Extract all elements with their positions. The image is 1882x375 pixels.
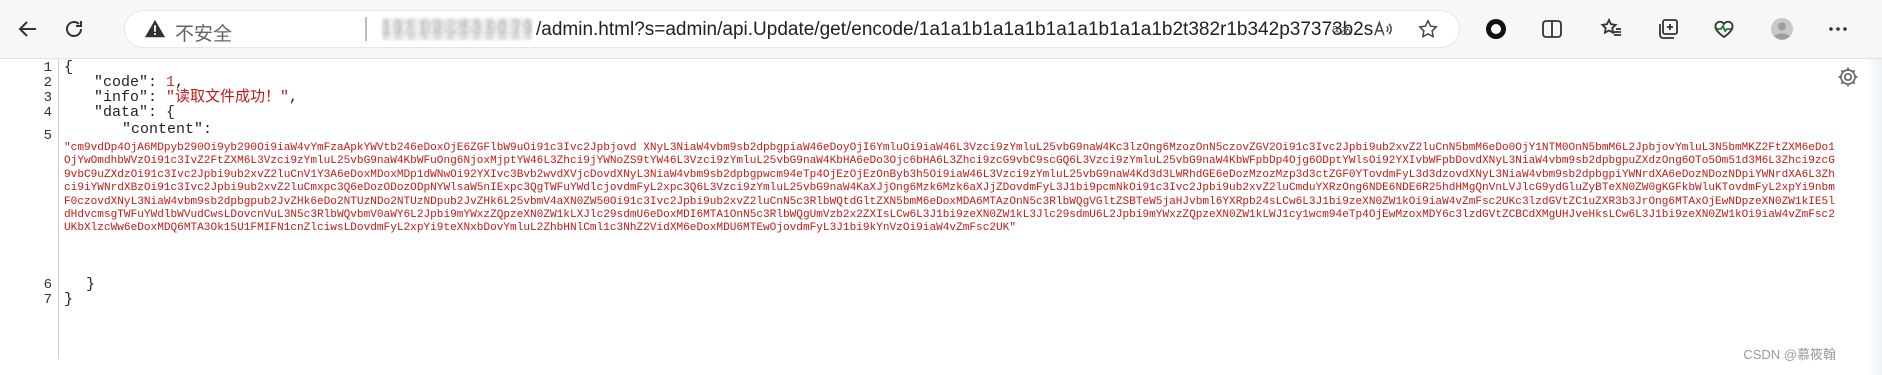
favorites-list-icon — [1600, 17, 1621, 36]
record-icon — [1486, 19, 1506, 39]
line-number: 3 — [43, 90, 52, 106]
gutter-divider — [58, 59, 59, 359]
line-number: 2 — [43, 75, 52, 91]
warning-triangle-icon — [144, 19, 166, 38]
code-line: "data": { — [94, 104, 176, 121]
line-number: 4 — [43, 105, 52, 121]
split-screen-icon — [1542, 20, 1562, 38]
favorites-button[interactable] — [1594, 11, 1630, 47]
brace-open: { — [64, 59, 74, 76]
data-brace-open: { — [166, 104, 176, 121]
svg-text:あ: あ — [1340, 25, 1351, 38]
extension-button[interactable] — [1478, 11, 1514, 47]
split-screen-button[interactable] — [1534, 11, 1570, 47]
more-button[interactable] — [1820, 11, 1856, 47]
code-line: "content": — [122, 121, 213, 138]
browser-essentials-button[interactable] — [1706, 11, 1742, 47]
window-edge — [1866, 59, 1882, 375]
profile-button[interactable] — [1764, 11, 1800, 47]
collections-icon — [1659, 19, 1678, 39]
star-icon[interactable] — [1414, 15, 1442, 43]
line-number: 6 — [43, 277, 52, 293]
refresh-button[interactable] — [56, 11, 92, 47]
code-line: "code": 1, — [94, 74, 185, 91]
more-dots-icon — [1829, 27, 1847, 31]
refresh-icon — [66, 21, 82, 37]
gear-icon[interactable] — [1836, 65, 1860, 89]
back-arrow-icon — [18, 21, 36, 37]
address-bar[interactable]: 不安全 192.168.253.90:79 /admin.html?s=admi… — [124, 10, 1460, 48]
line-number: 7 — [43, 292, 52, 308]
collections-button[interactable] — [1650, 11, 1686, 47]
data-brace-close: } — [86, 276, 96, 293]
back-button[interactable] — [10, 11, 46, 47]
code-line: } — [64, 291, 74, 308]
watermark: CSDN @慕筱翰 — [1743, 347, 1836, 362]
svg-text:a: a — [1332, 22, 1339, 36]
avatar-icon — [1771, 18, 1793, 40]
browser-essentials-icon — [1714, 20, 1734, 39]
json-key-content: "content" — [122, 121, 204, 138]
json-viewer: 1 2 3 4 5 6 7 { "code": 1, "info": "读取文件… — [0, 59, 1882, 375]
line-number: 5 — [43, 128, 52, 144]
url-text[interactable]: /admin.html?s=admin/api.Update/get/encod… — [536, 19, 1373, 41]
address-separator — [365, 17, 367, 41]
translate-icon[interactable]: aあ — [1327, 15, 1355, 43]
read-aloud-icon[interactable] — [1369, 15, 1397, 43]
json-value-info: "读取文件成功！" — [166, 89, 290, 106]
brace-close: } — [64, 291, 74, 308]
code-line: { — [64, 59, 74, 76]
code-line: } — [86, 276, 96, 293]
json-value-content: "cm9vdDp4OjA6MDpyb290Oi9yb290Oi9iaW4vYmF… — [64, 142, 1835, 235]
line-number: 1 — [43, 60, 52, 76]
security-status-label[interactable]: 不安全 — [175, 19, 232, 46]
browser-toolbar: 不安全 192.168.253.90:79 /admin.html?s=admi… — [0, 0, 1882, 59]
json-key-data: "data" — [94, 104, 149, 121]
code-line: "info": "读取文件成功！", — [94, 89, 299, 106]
obscured-host: 192.168.253.90:79 — [382, 18, 532, 40]
